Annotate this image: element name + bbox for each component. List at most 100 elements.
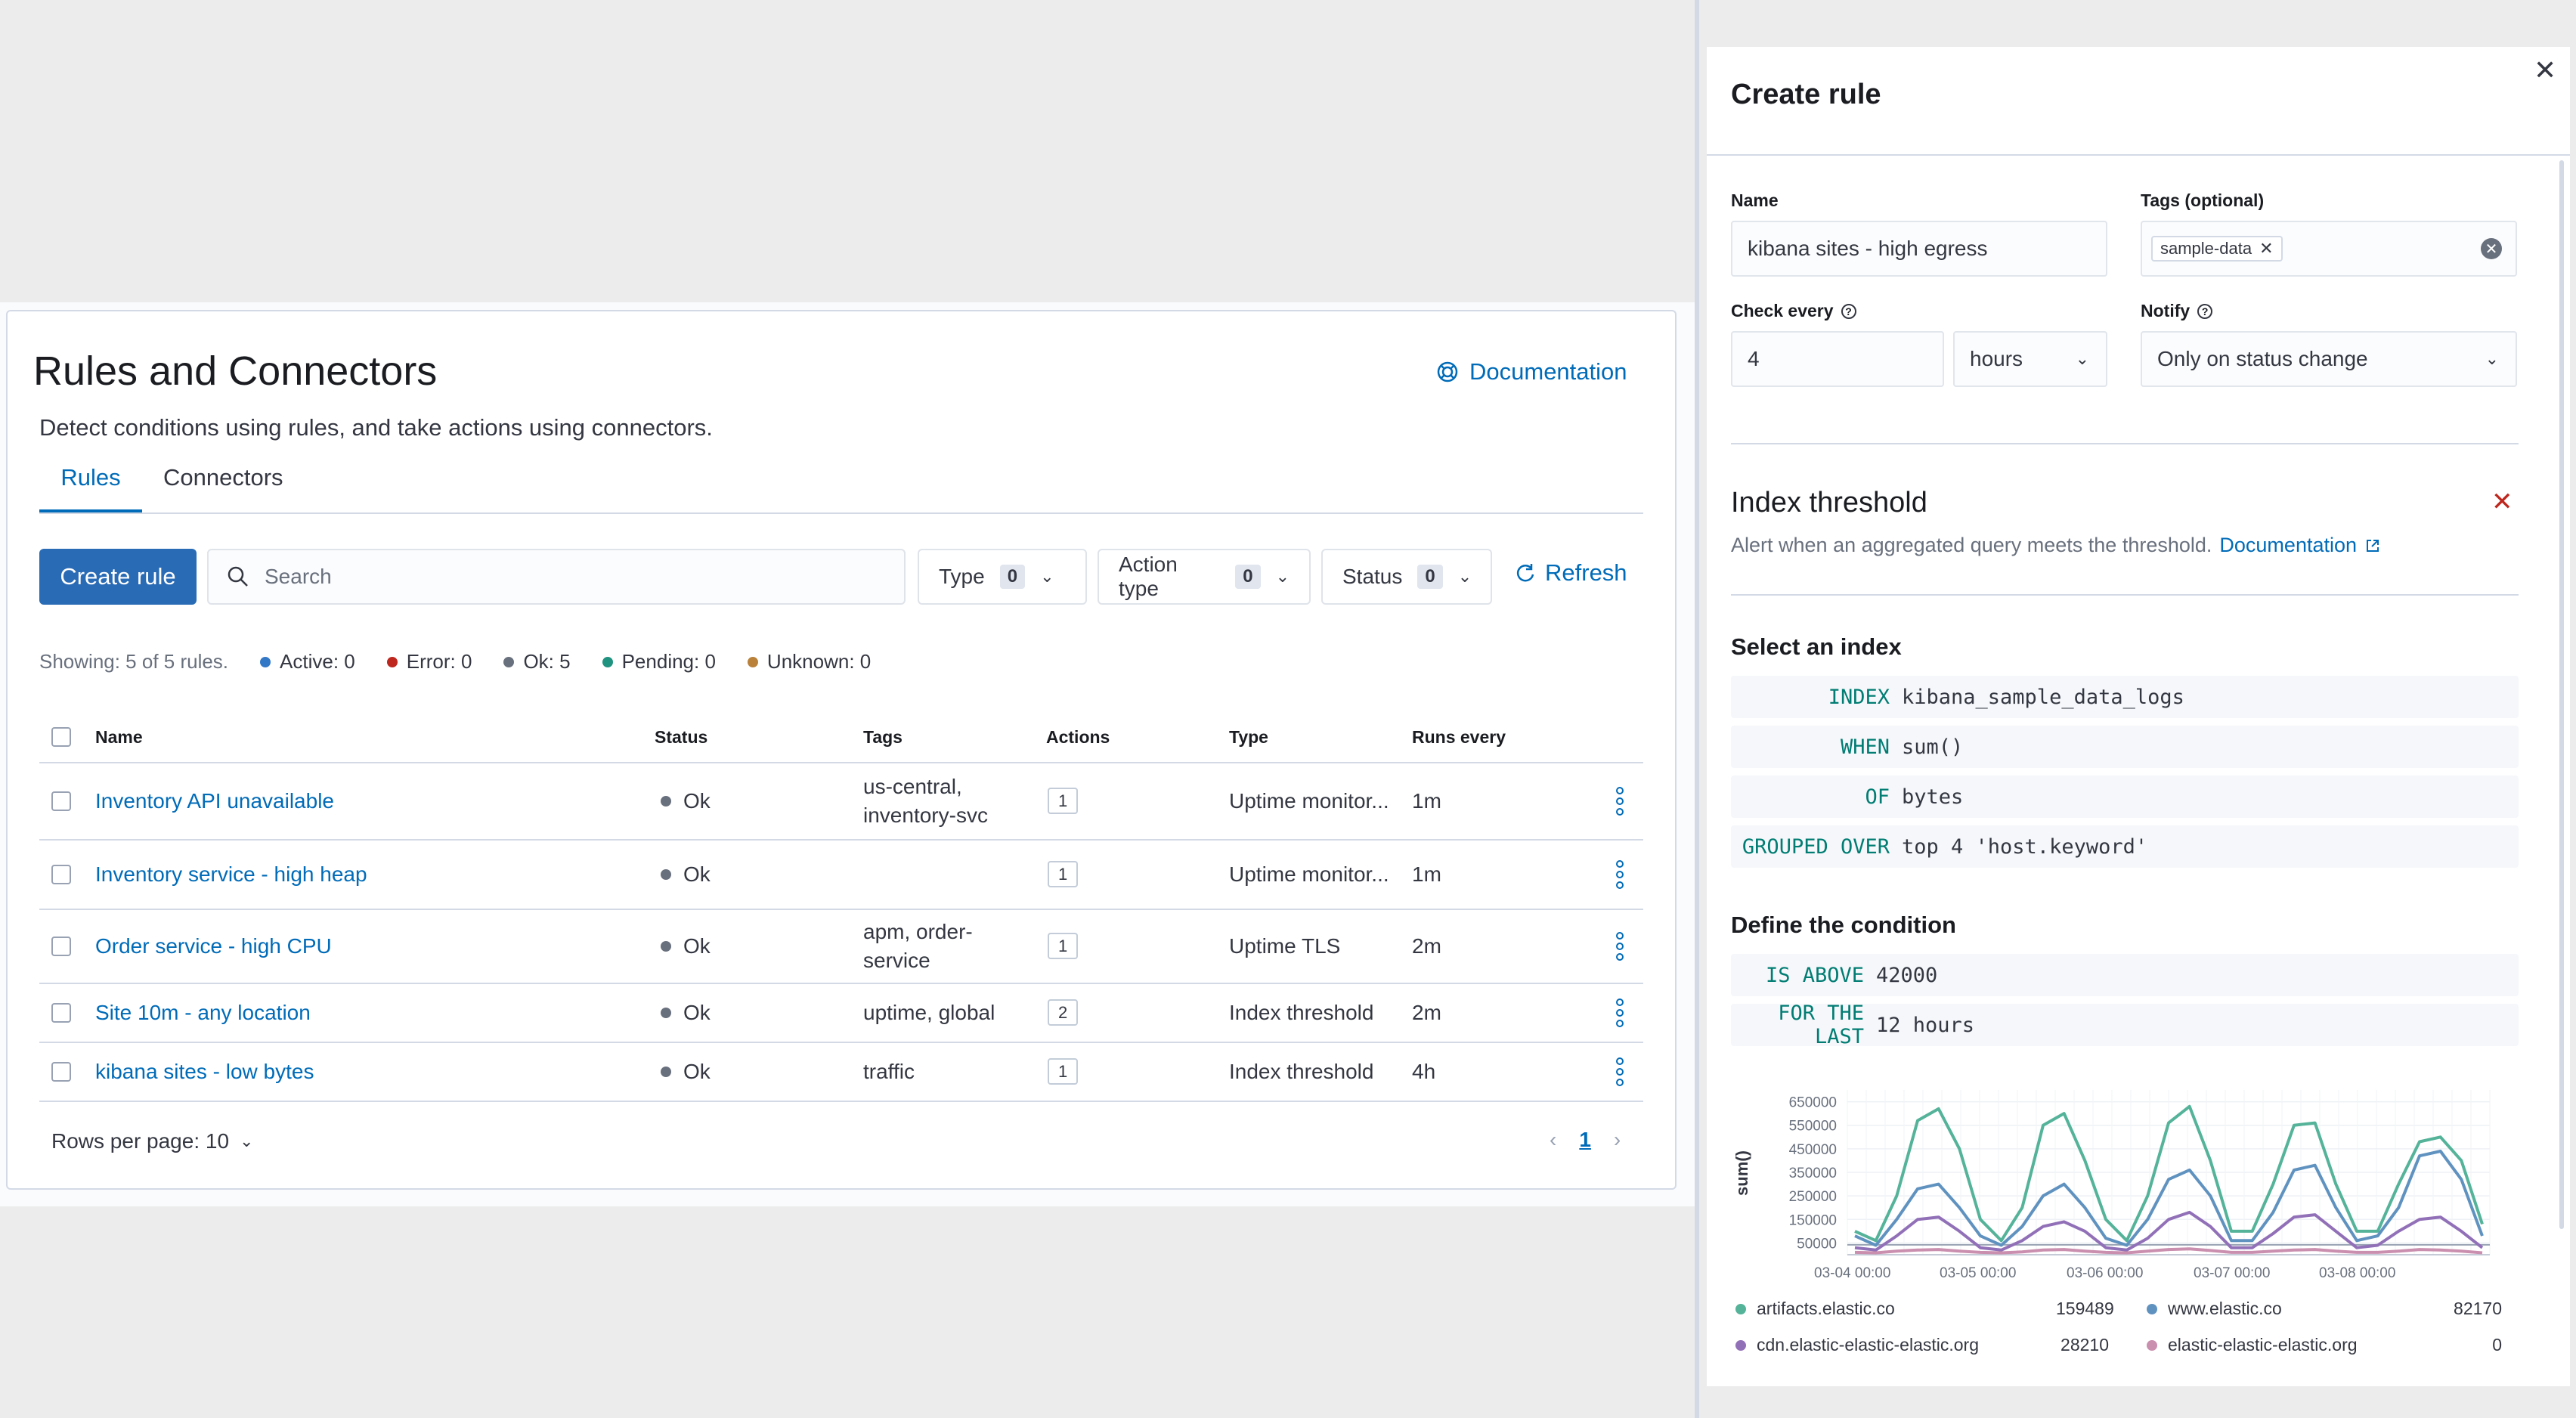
table-header: Name Status Tags Actions Type Runs every (39, 712, 1643, 763)
header-type[interactable]: Type (1229, 727, 1268, 748)
expression-keyword: IS ABOVE (1765, 963, 1864, 987)
rule-name-link[interactable]: kibana sites - low bytes (95, 1060, 314, 1084)
name-label-text: Name (1731, 190, 1779, 210)
x-tick-label: 03-04 00:00 (1814, 1265, 1890, 1281)
rule-name-link[interactable]: Site 10m - any location (95, 1001, 311, 1025)
grouped-over-expression[interactable]: GROUPED OVER top 4 'host.keyword' (1731, 825, 2519, 868)
rule-name-input[interactable]: kibana sites - high egress (1731, 221, 2107, 277)
check-every-input[interactable]: 4 (1731, 331, 1944, 387)
flyout-title: Create rule (1731, 79, 1881, 110)
close-icon[interactable]: ✕ (2534, 54, 2556, 86)
y-tick-label: 250000 (1789, 1189, 1837, 1205)
rule-tags: traffic (863, 1060, 915, 1083)
status-dot-icon (661, 1008, 671, 1018)
row-checkbox[interactable] (51, 937, 71, 956)
page-description: Detect conditions using rules, and take … (39, 414, 713, 441)
rule-name-link[interactable]: Order service - high CPU (95, 934, 332, 958)
next-page-icon[interactable]: › (1614, 1128, 1621, 1152)
refresh-icon (1516, 564, 1534, 582)
legend-value: 159489 (2056, 1299, 2114, 1318)
stat-label: Unknown: 0 (766, 650, 872, 673)
page-bottom-area (0, 1206, 1695, 1418)
expression-value: kibana_sample_data_logs (1902, 685, 2184, 709)
rule-name-link[interactable]: Inventory API unavailable (95, 789, 334, 813)
row-menu-icon[interactable] (1608, 998, 1631, 1027)
rule-status: Ok (661, 789, 711, 813)
status-dot-icon (661, 1067, 671, 1077)
page-number[interactable]: 1 (1579, 1128, 1591, 1152)
notify-select[interactable]: Only on status change ⌄ (2141, 331, 2517, 387)
row-checkbox[interactable] (51, 791, 71, 811)
index-expression[interactable]: INDEX kibana_sample_data_logs (1731, 676, 2519, 718)
select-all-checkbox[interactable] (51, 727, 71, 747)
help-icon[interactable]: ? (1841, 303, 1856, 319)
rule-interval: 1m (1412, 862, 1441, 886)
expression-value: sum() (1902, 735, 1964, 759)
tags-label-text: Tags (optional) (2141, 190, 2265, 210)
row-checkbox[interactable] (51, 865, 71, 884)
legend-item[interactable]: elastic-elastic-elastic.org (2147, 1335, 2358, 1355)
rule-status: Ok (661, 1060, 711, 1084)
remove-tag-icon[interactable]: ✕ (2259, 239, 2273, 259)
row-menu-icon[interactable] (1608, 860, 1631, 889)
when-expression[interactable]: WHEN sum() (1731, 726, 2519, 768)
chevron-down-icon: ⌄ (240, 1132, 254, 1150)
rules-summary: Showing: 5 of 5 rules. Active: 0 Error: … (39, 650, 871, 673)
type-filter[interactable]: Type 0 ⌄ (918, 549, 1087, 605)
expression-keyword: WHEN (1840, 735, 1890, 759)
rule-type-desc-text: Alert when an aggregated query meets the… (1731, 534, 2212, 556)
stat-unknown: Unknown: 0 (747, 650, 872, 673)
prev-page-icon[interactable]: ‹ (1550, 1128, 1556, 1152)
chart-y-ticks: 650000 550000 450000 350000 250000 150000 5000… (1789, 1095, 1837, 1252)
documentation-link[interactable]: Documentation (1436, 358, 1627, 385)
tags-combobox[interactable]: sample-data ✕ ✕ (2141, 221, 2517, 277)
search-input[interactable]: Search (207, 549, 906, 605)
row-menu-icon[interactable] (1608, 1057, 1631, 1086)
header-runs-every[interactable]: Runs every (1412, 727, 1506, 748)
help-icon[interactable]: ? (2197, 303, 2213, 319)
time-window-expression[interactable]: FOR THE LAST 12 hours (1731, 1002, 2519, 1048)
x-tick-label: 03-06 00:00 (2067, 1265, 2143, 1281)
rule-status: Ok (661, 862, 711, 887)
expression-keyword: INDEX (1828, 685, 1890, 709)
remove-rule-type-icon[interactable]: ✕ (2491, 487, 2513, 517)
stat-active: Active: 0 (260, 650, 355, 673)
status-filter[interactable]: Status 0 ⌄ (1321, 549, 1492, 605)
row-checkbox[interactable] (51, 1062, 71, 1082)
table-row: Inventory API unavailable Ok us-central,… (39, 763, 1643, 841)
check-every-unit-select[interactable]: hours ⌄ (1953, 331, 2107, 387)
refresh-button[interactable]: Refresh (1515, 559, 1627, 587)
type-filter-count: 0 (999, 565, 1026, 589)
rule-type: Index threshold (1229, 1001, 1374, 1024)
header-name[interactable]: Name (95, 727, 143, 748)
rule-type-doc-link[interactable]: Documentation (2219, 534, 2357, 557)
legend-item[interactable]: artifacts.elastic.co (1735, 1299, 1895, 1319)
tab-connectors[interactable]: Connectors (163, 464, 283, 491)
rule-name-link[interactable]: Inventory service - high heap (95, 862, 367, 887)
row-menu-icon[interactable] (1608, 932, 1631, 961)
flyout-scrollbar[interactable] (2559, 160, 2564, 1229)
clear-icon[interactable]: ✕ (2481, 238, 2502, 259)
legend-series-name: elastic-elastic-elastic.org (2168, 1335, 2358, 1355)
actions-count: 1 (1048, 788, 1079, 814)
table-row: kibana sites - low bytes Ok traffic 1 In… (39, 1043, 1643, 1102)
tab-rules[interactable]: Rules (39, 464, 142, 491)
legend-item[interactable]: cdn.elastic-elastic-elastic.org (1735, 1335, 1979, 1355)
rule-type: Index threshold (1229, 1060, 1374, 1083)
name-label: Name (1731, 190, 1779, 211)
chevron-down-icon: ⌄ (1040, 567, 1054, 586)
header-status[interactable]: Status (655, 727, 707, 748)
legend-item[interactable]: www.elastic.co (2147, 1299, 2282, 1319)
x-tick-label: 03-08 00:00 (2319, 1265, 2395, 1281)
action-type-filter[interactable]: Action type 0 ⌄ (1098, 549, 1311, 605)
rows-per-page-select[interactable]: Rows per page: 10 ⌄ (51, 1129, 253, 1153)
of-expression[interactable]: OF bytes (1731, 776, 2519, 818)
row-checkbox[interactable] (51, 1003, 71, 1023)
threshold-expression[interactable]: IS ABOVE 42000 (1731, 954, 2519, 996)
legend-dot-icon (1735, 1339, 1746, 1351)
rule-status-label: Ok (683, 934, 711, 958)
create-rule-button[interactable]: Create rule (39, 549, 197, 605)
row-menu-icon[interactable] (1608, 787, 1631, 816)
expression-value: 12 hours (1876, 1013, 1975, 1037)
rule-tags: apm, order-service (863, 920, 973, 972)
